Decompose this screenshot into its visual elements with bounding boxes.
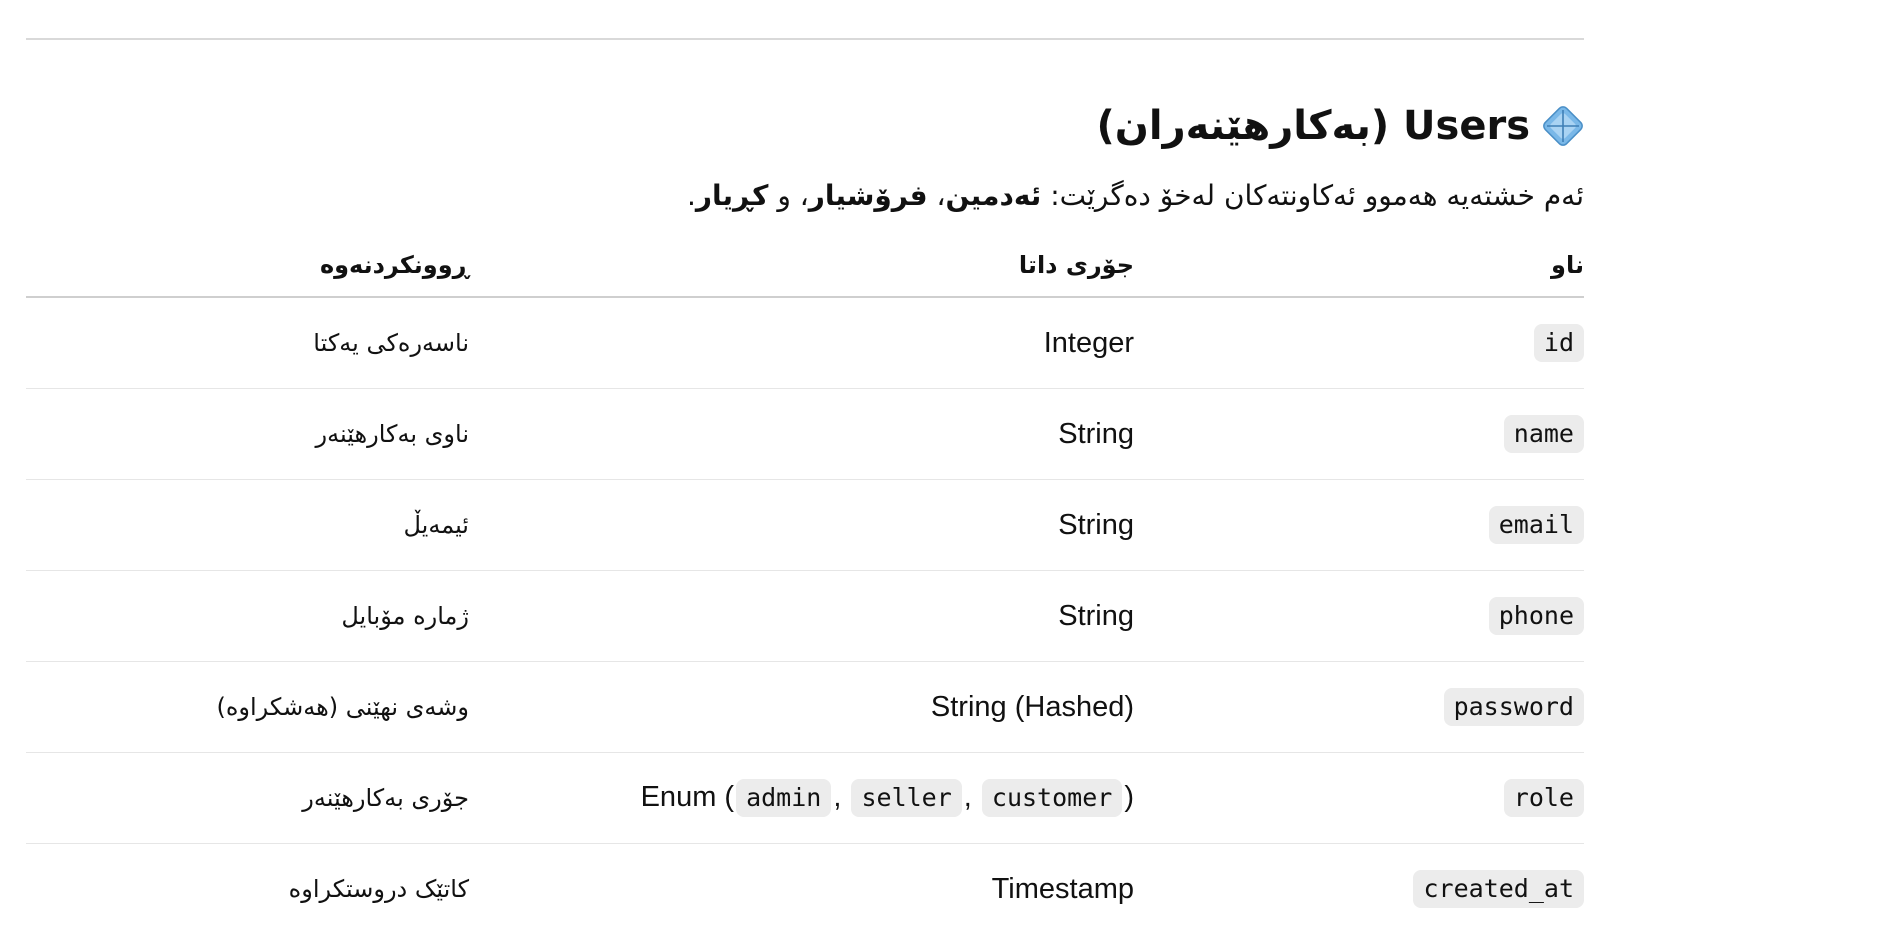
section-heading: Users (بەکارهێنەران) (1096, 94, 1584, 158)
field-description-cell: کاتێک دروستکراوە (26, 844, 469, 935)
field-name-cell: email (1134, 479, 1584, 571)
field-description-cell: ناسەرەکی یەکتا (26, 297, 469, 389)
field-description-cell: وشەی نهێنی (هەشکراوە) (26, 661, 469, 753)
field-name-code: name (1503, 415, 1584, 453)
table-row: name String ناوی بەکارهێنەر (26, 388, 1584, 480)
field-name-cell: password (1134, 661, 1584, 753)
field-type-cell: String (469, 570, 1134, 662)
enum-separator: , (963, 781, 972, 813)
field-name-code: password (1443, 688, 1584, 726)
lead-suffix: . (687, 179, 696, 212)
lead-separator: ، و (768, 179, 809, 212)
diamond-icon (1543, 106, 1583, 146)
field-type: String (1058, 417, 1134, 450)
field-type: String (1058, 508, 1134, 541)
section-description: ئەم خشتەیە هەموو ئەکاونتەکان لەخۆ دەگرێت… (687, 174, 1584, 218)
field-description-cell: جۆری بەکارهێنەر (26, 752, 469, 844)
enum-value-code: customer (981, 779, 1123, 817)
field-name-code: created_at (1413, 870, 1584, 908)
field-description-cell: ئیمەیڵ (26, 479, 469, 571)
role-admin-label: ئەدمین (945, 179, 1042, 212)
field-description: ناسەرەکی یەکتا (313, 329, 469, 357)
field-name-cell: phone (1134, 570, 1584, 662)
section-title: Users (بەکارهێنەران) (1096, 103, 1530, 149)
field-type: Integer (1043, 326, 1134, 359)
header-name: ناو (1134, 234, 1584, 298)
field-type-cell: String (469, 479, 1134, 571)
field-description-cell: ژمارە مۆبایل (26, 570, 469, 662)
enum-value-code: seller (851, 779, 962, 817)
field-type: String (1058, 599, 1134, 632)
field-description: وشەی نهێنی (هەشکراوە) (216, 693, 469, 721)
header-type: جۆری داتا (469, 234, 1134, 298)
field-name-code: id (1533, 324, 1584, 362)
field-name-cell: role (1134, 752, 1584, 844)
field-description: کاتێک دروستکراوە (288, 875, 469, 903)
field-name-code: role (1503, 779, 1584, 817)
field-description: ژمارە مۆبایل (341, 602, 469, 630)
role-seller-label: فرۆشیار (808, 179, 928, 212)
header-description: ڕوونکردنەوە (26, 234, 469, 298)
field-type: String (Hashed) (930, 690, 1134, 723)
field-name-cell: created_at (1134, 844, 1584, 935)
role-customer-label: کڕیار (695, 179, 769, 212)
field-description-cell: ناوی بەکارهێنەر (26, 388, 469, 480)
users-schema-table: ناو جۆری داتا ڕوونکردنەوە id Integer ناس… (26, 234, 1584, 934)
table-row: created_at Timestamp کاتێک دروستکراوە (26, 844, 1584, 935)
field-description: ناوی بەکارهێنەر (315, 420, 469, 448)
field-name-cell: name (1134, 388, 1584, 480)
lead-separator: ، (927, 179, 946, 212)
table-row: email String ئیمەیڵ (26, 479, 1584, 571)
enum-suffix: ) (1124, 781, 1134, 813)
lead-prefix: ئەم خشتەیە هەموو ئەکاونتەکان لەخۆ دەگرێت… (1041, 179, 1584, 212)
enum-prefix: Enum ( (640, 781, 735, 813)
field-type: Timestamp (991, 872, 1134, 905)
field-name-code: phone (1488, 597, 1584, 635)
field-type-cell: Timestamp (469, 844, 1134, 935)
field-type-cell: Enum (admin, seller, customer) (469, 752, 1134, 844)
enum-separator: , (833, 781, 842, 813)
field-type-cell: String (469, 388, 1134, 480)
table-row: id Integer ناسەرەکی یەکتا (26, 297, 1584, 389)
table-row: role Enum (admin, seller, customer) جۆری… (26, 752, 1584, 844)
field-type-cell: Integer (469, 297, 1134, 389)
field-description: جۆری بەکارهێنەر (302, 784, 469, 812)
top-divider (26, 38, 1584, 40)
field-type-enum: Enum (admin, seller, customer) (641, 779, 1134, 817)
table-header-row: ناو جۆری داتا ڕوونکردنەوە (26, 234, 1584, 298)
table-row: password String (Hashed) وشەی نهێنی (هەش… (26, 661, 1584, 753)
field-name-code: email (1488, 506, 1584, 544)
field-type-cell: String (Hashed) (469, 661, 1134, 753)
enum-value-code: admin (736, 779, 832, 817)
field-description: ئیمەیڵ (403, 511, 469, 539)
table-row: phone String ژمارە مۆبایل (26, 570, 1584, 662)
field-name-cell: id (1134, 297, 1584, 389)
